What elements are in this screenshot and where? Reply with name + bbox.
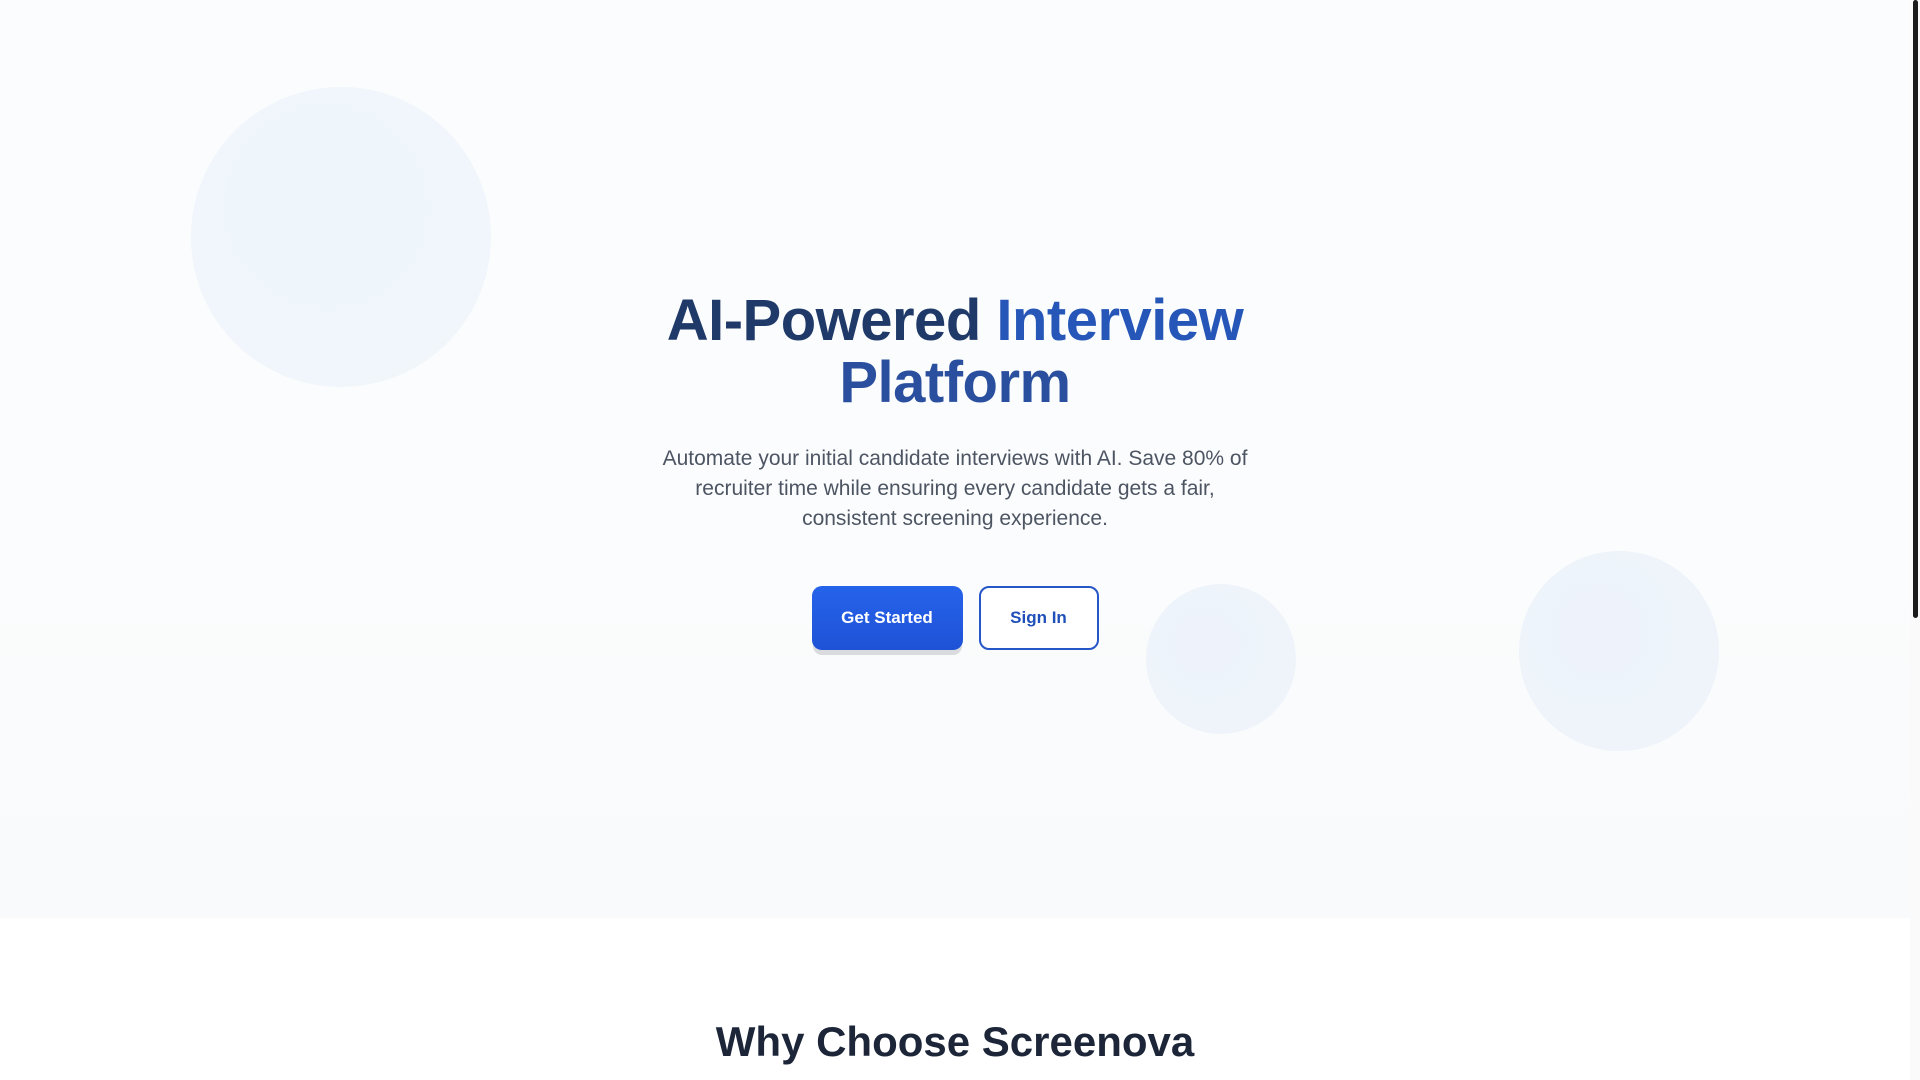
hero-buttons: Get Started Sign In: [505, 586, 1405, 650]
page-scrollbar[interactable]: [1910, 0, 1920, 1080]
hero-title-accent-line2: Platform: [839, 350, 1071, 415]
why-choose-heading: Why Choose Screenova: [715, 1018, 1195, 1065]
hero-content: AI-Powered Interview Platform Automate y…: [505, 290, 1405, 650]
scrollbar-thumb[interactable]: [1913, 0, 1918, 618]
sign-in-button[interactable]: Sign In: [978, 586, 1099, 650]
get-started-button[interactable]: Get Started: [811, 586, 963, 650]
hero-title-part1: AI-Powered: [666, 288, 997, 353]
decorative-circle: [191, 87, 491, 387]
hero-title-accent: Interview: [996, 288, 1244, 353]
page: AI-Powered Interview Platform Automate y…: [0, 0, 1920, 1080]
hero-title: AI-Powered Interview Platform: [505, 290, 1405, 414]
hero-section: AI-Powered Interview Platform Automate y…: [0, 0, 1910, 918]
decorative-circle: [1519, 551, 1719, 751]
hero-subtitle: Automate your initial candidate intervie…: [662, 447, 1248, 530]
